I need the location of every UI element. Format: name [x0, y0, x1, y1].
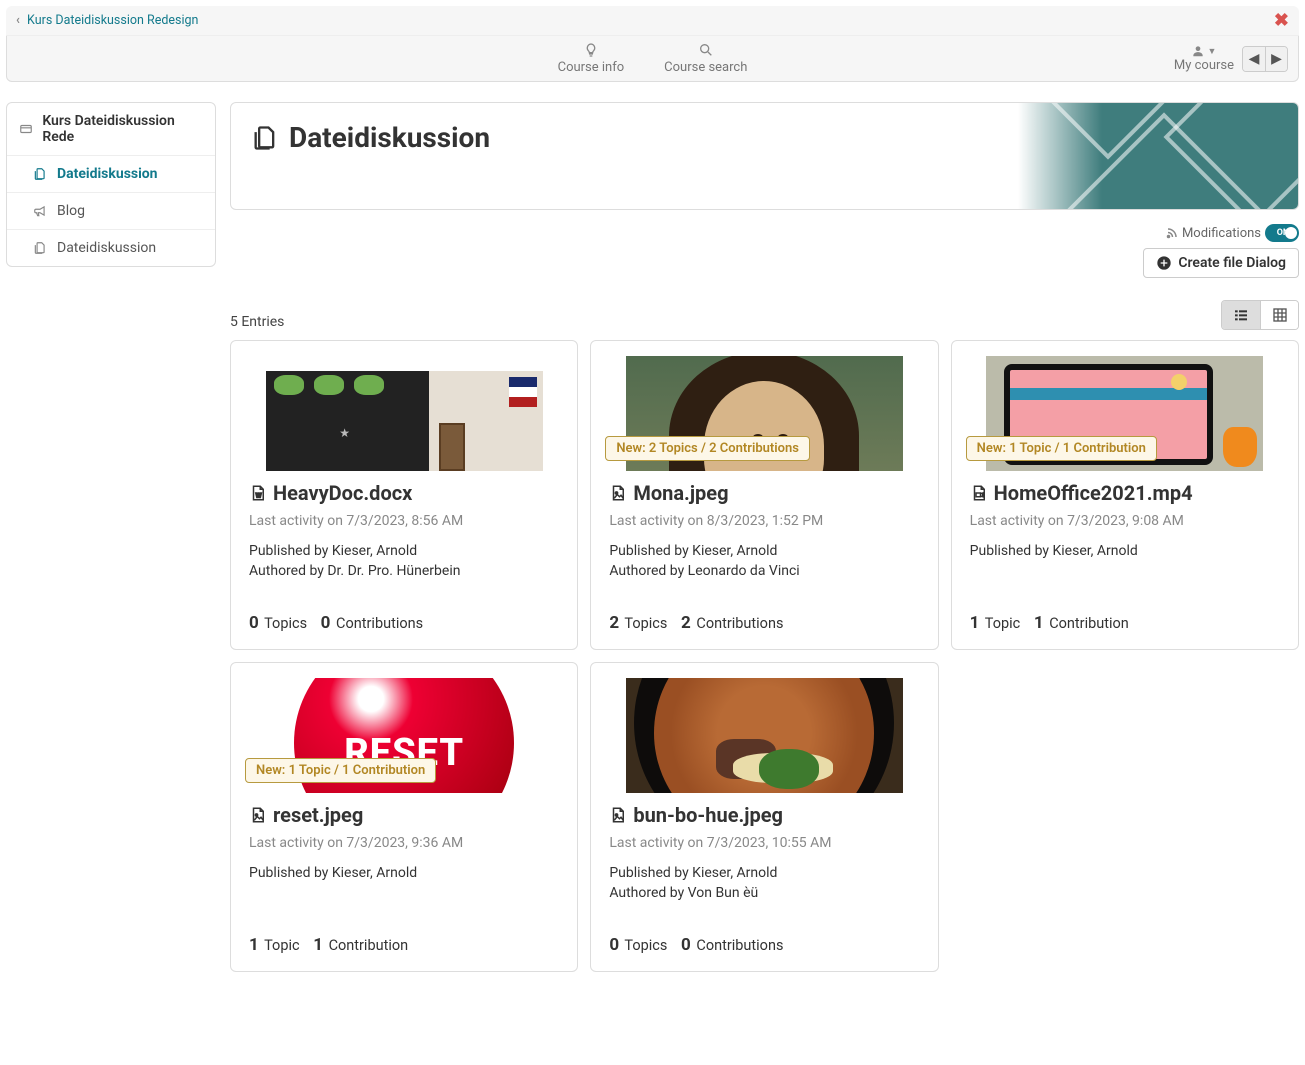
view-list-button[interactable]: [1222, 301, 1260, 329]
file-image-icon: [609, 484, 627, 502]
plus-circle-icon: [1156, 255, 1172, 271]
thumbnail: RESET New: 1 Topic / 1 Contribution: [231, 663, 577, 793]
entries-count: 5 Entries: [230, 314, 284, 330]
sidebar-blog-label: Blog: [57, 203, 85, 219]
prev-arrow-icon[interactable]: ◀: [1243, 47, 1265, 71]
published-by: Published by Kieser, Arnold: [249, 863, 559, 883]
view-grid-button[interactable]: [1260, 301, 1298, 329]
last-activity: Last activity on 8/3/2023, 1:52 PM: [609, 513, 919, 529]
hero-decoration: [1018, 103, 1298, 209]
counts: 1 Topic 1 Contribution: [970, 591, 1280, 633]
file-video-icon: [970, 484, 988, 502]
file-word-icon: W: [249, 484, 267, 502]
breadcrumb-title[interactable]: Kurs Dateidiskussion Redesign: [27, 13, 198, 28]
published-by: Published by Kieser, Arnold: [249, 541, 559, 561]
new-badge: New: 2 Topics / 2 Contributions: [605, 436, 810, 461]
last-activity: Last activity on 7/3/2023, 9:36 AM: [249, 835, 559, 851]
file-card[interactable]: RESET New: 1 Topic / 1 Contribution rese…: [230, 662, 578, 972]
sidebar-active-label: Dateidiskussion: [57, 166, 158, 182]
thumbnail: [231, 341, 577, 471]
file-title-text: bun-bo-hue.jpeg: [633, 803, 783, 827]
file-image-icon: [249, 806, 267, 824]
file-card[interactable]: W HeavyDoc.docx Last activity on 7/3/202…: [230, 340, 578, 650]
megaphone-icon: [33, 204, 49, 218]
published-by: Published by Kieser, Arnold: [970, 541, 1280, 561]
rss-icon: [1166, 227, 1178, 239]
modifications-toggle[interactable]: ON: [1265, 224, 1299, 242]
main-content: Dateidiskussion Modifications ON Create …: [230, 102, 1299, 972]
file-image-icon: [609, 806, 627, 824]
grid-icon: [1272, 307, 1288, 323]
authored-by: Authored by Leonardo da Vinci: [609, 561, 919, 581]
sidebar-item-dateidiskussion[interactable]: Dateidiskussion: [7, 230, 215, 266]
breadcrumb-bar: ‹ Kurs Dateidiskussion Redesign ✖: [6, 6, 1299, 36]
files-icon: [251, 124, 279, 152]
thumbnail: [591, 663, 937, 793]
last-activity: Last activity on 7/3/2023, 9:08 AM: [970, 513, 1280, 529]
file-grid: W HeavyDoc.docx Last activity on 7/3/202…: [230, 340, 1299, 972]
course-info-label: Course info: [558, 60, 625, 75]
thumbnail: New: 1 Topic / 1 Contribution: [952, 341, 1298, 471]
modifications-label: Modifications: [1182, 226, 1261, 241]
next-arrow-icon[interactable]: ▶: [1265, 47, 1287, 71]
course-search-label: Course search: [664, 60, 747, 75]
create-button-label: Create file Dialog: [1178, 255, 1286, 271]
lightbulb-icon: [583, 42, 599, 58]
authored-by: Authored by Von Bun èü: [609, 883, 919, 903]
counts: 0 Topics 0 Contributions: [249, 591, 559, 633]
counts: 0 Topics 0 Contributions: [609, 913, 919, 955]
sidebar-item-root[interactable]: Kurs Dateidiskussion Rede: [7, 103, 215, 156]
file-card[interactable]: bun-bo-hue.jpeg Last activity on 7/3/202…: [590, 662, 938, 972]
file-card[interactable]: New: 1 Topic / 1 Contribution HomeOffice…: [951, 340, 1299, 650]
list-icon: [1233, 307, 1249, 323]
search-icon: [698, 42, 714, 58]
course-icon: [19, 122, 34, 136]
page-hero: Dateidiskussion: [230, 102, 1299, 210]
create-file-dialog-button[interactable]: Create file Dialog: [1143, 248, 1299, 278]
new-badge: New: 1 Topic / 1 Contribution: [245, 758, 436, 783]
page-title: Dateidiskussion: [289, 121, 490, 154]
counts: 1 Topic 1 Contribution: [249, 913, 559, 955]
file-card[interactable]: New: 2 Topics / 2 Contributions Mona.jpe…: [590, 340, 938, 650]
sidebar-item-blog[interactable]: Blog: [7, 193, 215, 230]
last-activity: Last activity on 7/3/2023, 8:56 AM: [249, 513, 559, 529]
view-toggle: [1221, 300, 1299, 330]
breadcrumb-back-icon[interactable]: ‹: [16, 13, 20, 28]
new-badge: New: 1 Topic / 1 Contribution: [966, 436, 1157, 461]
file-title-text: HeavyDoc.docx: [273, 481, 412, 505]
last-activity: Last activity on 7/3/2023, 10:55 AM: [609, 835, 919, 851]
thumbnail: New: 2 Topics / 2 Contributions: [591, 341, 937, 471]
caret-down-icon: ▼: [1207, 46, 1216, 57]
file-title-text: reset.jpeg: [273, 803, 363, 827]
my-course-menu[interactable]: ▼ My course: [1174, 44, 1234, 73]
file-title-text: Mona.jpeg: [633, 481, 728, 505]
files-icon: [33, 167, 49, 181]
svg-text:W: W: [256, 494, 262, 500]
course-sidebar: Kurs Dateidiskussion Rede Dateidiskussio…: [6, 102, 216, 267]
published-by: Published by Kieser, Arnold: [609, 863, 919, 883]
course-search-button[interactable]: Course search: [664, 42, 747, 75]
course-toolbar: Course info Course search ▼ My course ◀ …: [6, 36, 1299, 82]
files-icon: [33, 241, 49, 255]
sidebar-root-label: Kurs Dateidiskussion Rede: [42, 113, 203, 145]
sidebar-item-dateidiskussion-active[interactable]: Dateidiskussion: [7, 156, 215, 193]
modifications-subscribe[interactable]: Modifications ON: [1166, 224, 1299, 242]
authored-by: Authored by Dr. Dr. Pro. Hünerbein: [249, 561, 559, 581]
close-icon[interactable]: ✖: [1274, 10, 1289, 31]
file-title-text: HomeOffice2021.mp4: [994, 481, 1193, 505]
sidebar-third-label: Dateidiskussion: [57, 240, 156, 256]
user-icon: [1191, 44, 1205, 58]
counts: 2 Topics 2 Contributions: [609, 591, 919, 633]
course-info-button[interactable]: Course info: [558, 42, 625, 75]
course-nav-arrows: ◀ ▶: [1242, 46, 1288, 72]
my-course-label: My course: [1174, 58, 1234, 73]
published-by: Published by Kieser, Arnold: [609, 541, 919, 561]
